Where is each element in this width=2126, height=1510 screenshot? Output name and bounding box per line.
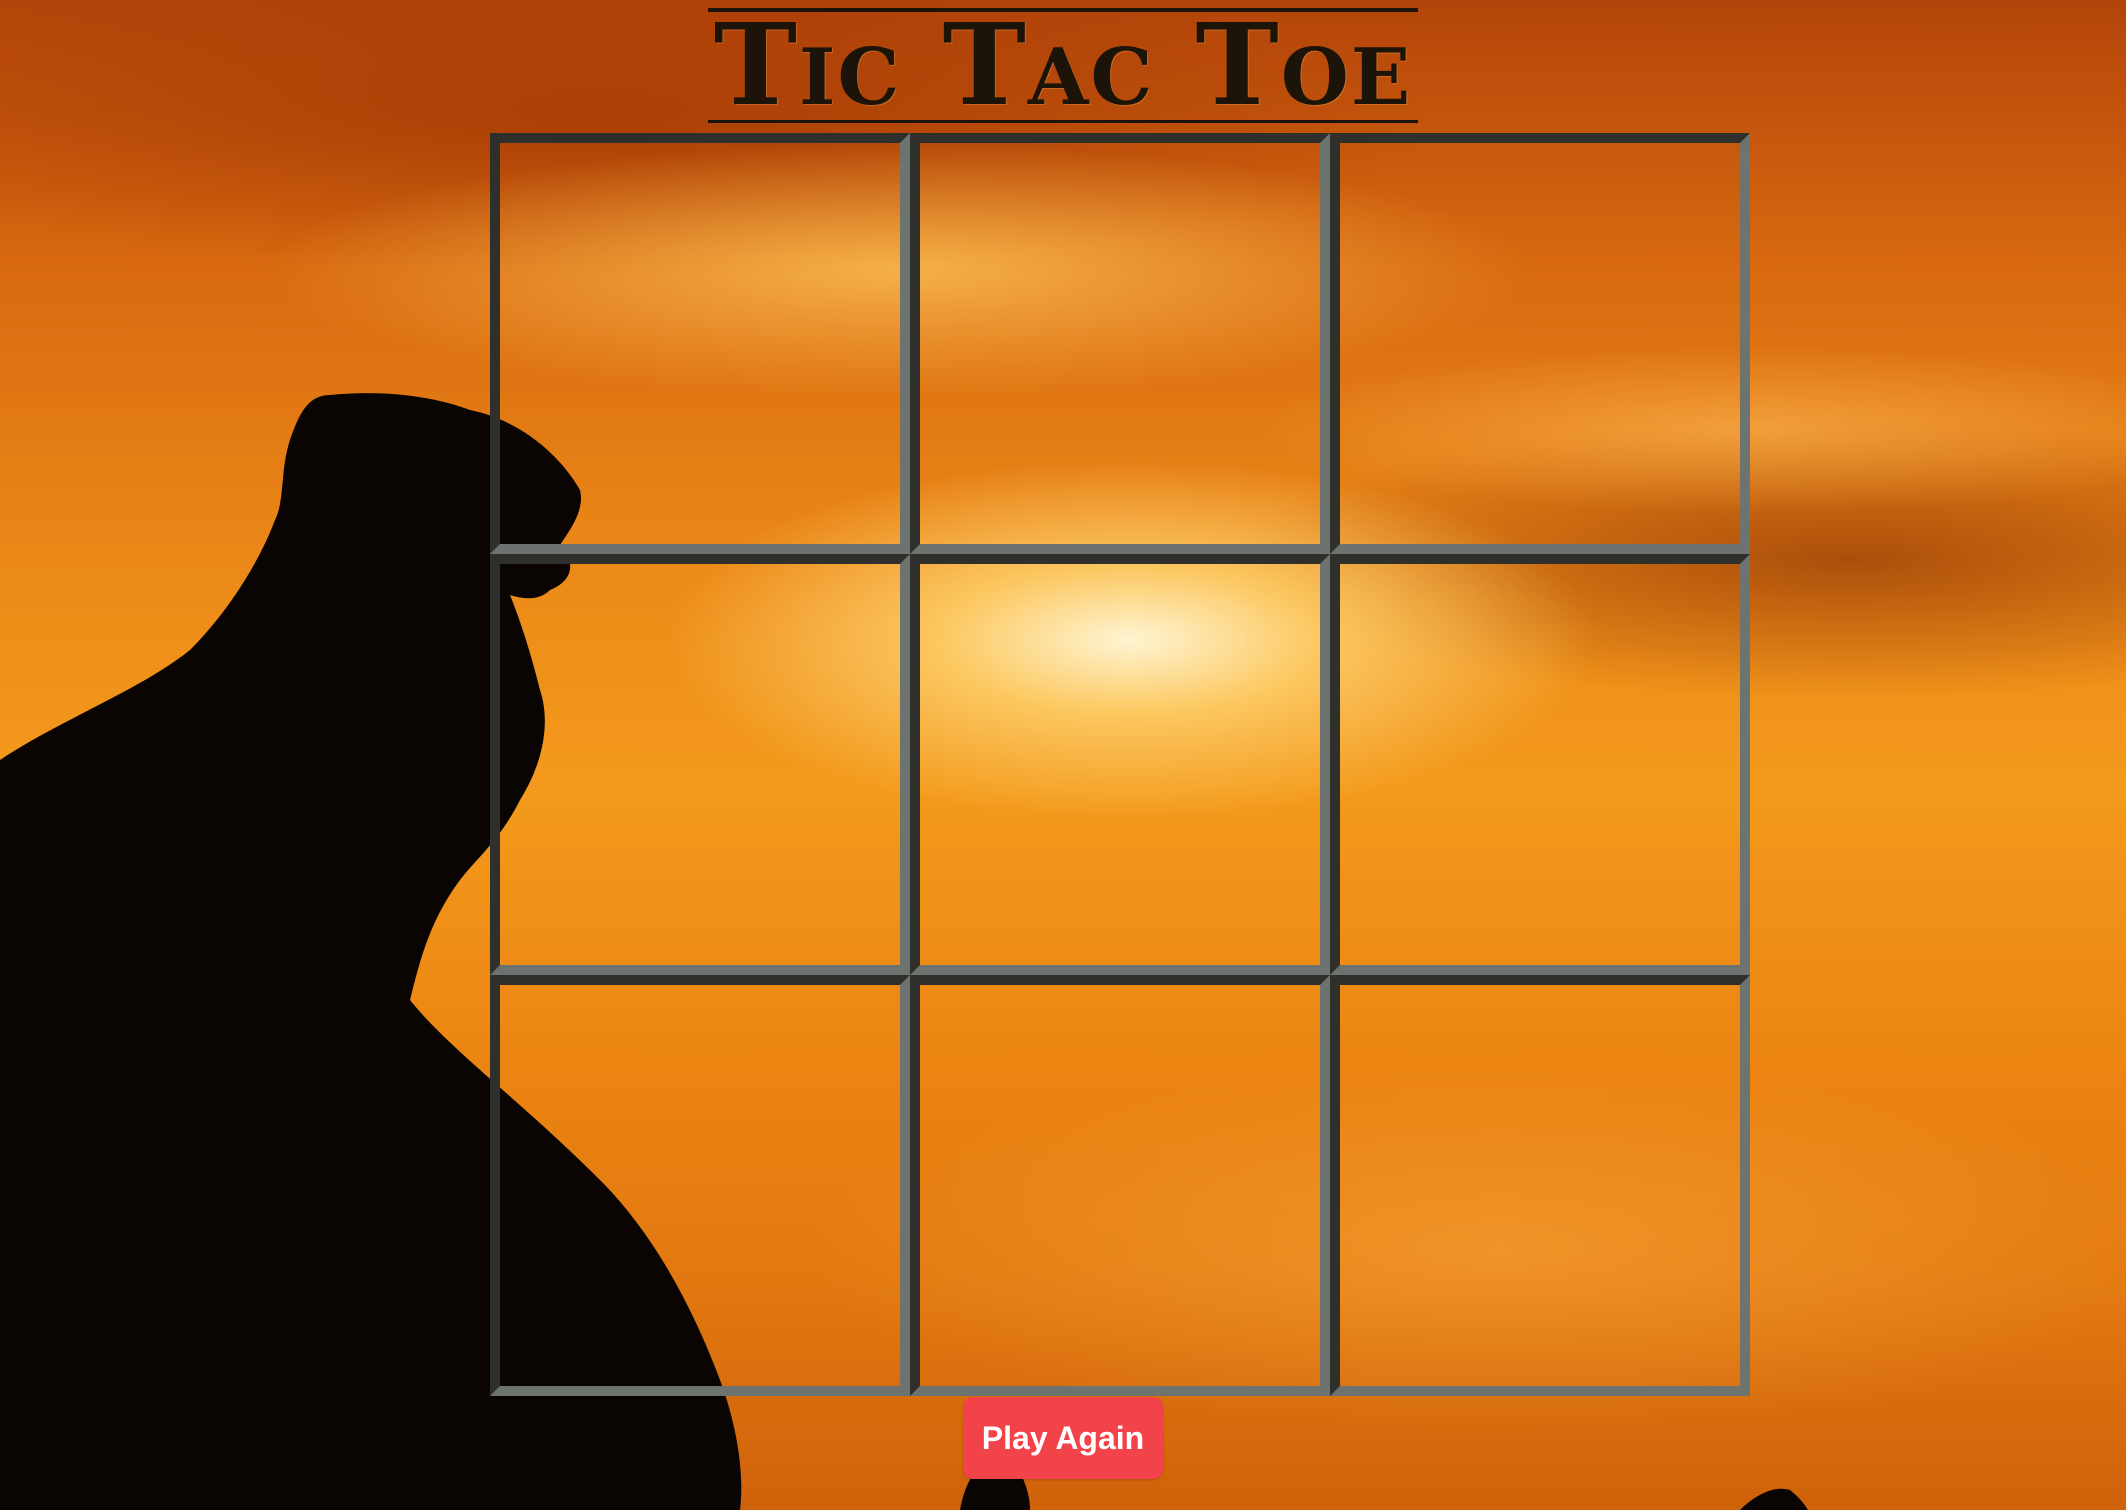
actions-bar: Play Again [0, 1397, 2126, 1479]
board-cell-9[interactable] [1330, 975, 1750, 1396]
board-cell-1[interactable] [490, 133, 910, 554]
title-container: Tic Tac Toe [0, 0, 2126, 130]
board-cell-5[interactable] [910, 554, 1330, 975]
board-cell-8[interactable] [910, 975, 1330, 1396]
board-cell-7[interactable] [490, 975, 910, 1396]
page-title: Tic Tac Toe [707, 8, 1419, 123]
board-cell-3[interactable] [1330, 133, 1750, 554]
board-cell-6[interactable] [1330, 554, 1750, 975]
board-cell-2[interactable] [910, 133, 1330, 554]
game-board [490, 133, 1750, 1396]
board-cell-4[interactable] [490, 554, 910, 975]
play-again-button[interactable]: Play Again [963, 1397, 1163, 1479]
